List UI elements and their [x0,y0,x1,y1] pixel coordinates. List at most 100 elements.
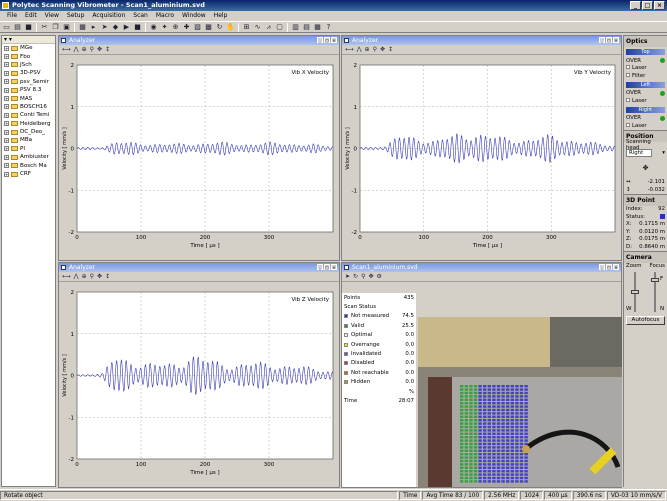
scan-point[interactable] [464,476,468,480]
scan-point[interactable] [487,388,491,391]
scan-point[interactable] [519,405,524,408]
scan-point[interactable] [506,446,510,449]
scan-point[interactable] [483,459,487,463]
scan-point[interactable] [478,439,482,442]
scan-point[interactable] [506,466,510,469]
scan-point[interactable] [478,419,482,422]
scan-point[interactable] [487,442,491,446]
scan-point[interactable] [483,398,487,401]
video-icon[interactable]: ▩ [204,23,213,32]
align-icon[interactable]: ⊞ [242,23,251,32]
scan-point[interactable] [519,388,524,391]
scan-point[interactable] [501,408,505,412]
scan-point[interactable] [506,439,510,442]
scan-point[interactable] [496,480,501,483]
scan-point[interactable] [473,480,478,483]
scan-point[interactable] [460,442,464,446]
scan-point[interactable] [519,456,524,459]
pan-icon[interactable]: ✥ [97,46,102,53]
scan-point[interactable] [473,395,478,398]
scan-point[interactable] [524,415,528,418]
scan-point[interactable] [496,463,501,466]
scan-point[interactable] [519,470,524,473]
scan-point[interactable] [519,439,524,442]
scan-point[interactable] [510,402,514,405]
scan-point[interactable] [510,473,514,476]
scan-point[interactable] [483,408,487,412]
expand-icon[interactable]: + [4,45,9,51]
scan-point[interactable] [506,463,510,466]
scan-point[interactable] [464,463,468,466]
scan-point[interactable] [478,456,482,459]
scan-point[interactable] [473,402,478,405]
scan-point[interactable] [483,388,487,391]
scan-point[interactable] [501,385,505,388]
scan-point[interactable] [501,459,505,463]
scan-point[interactable] [473,432,478,435]
peak-icon[interactable]: ⋀ [74,273,79,280]
scan-point[interactable] [524,419,528,422]
scan-point[interactable] [506,473,510,476]
scan-point[interactable] [506,456,510,459]
scan-point[interactable] [506,429,510,432]
scan-point[interactable] [460,432,464,435]
scan-point[interactable] [464,415,468,418]
scale-icon[interactable]: ↕ [105,46,110,53]
scan-point[interactable] [515,419,519,422]
scan-point[interactable] [487,422,491,425]
scan-point[interactable] [510,442,514,446]
scan-point[interactable] [487,480,491,483]
scan-point[interactable] [469,402,473,405]
scan-point[interactable] [469,391,473,395]
scan-point[interactable] [519,466,524,469]
scan-point[interactable] [510,463,514,466]
scan-point[interactable] [501,405,505,408]
scan-point[interactable] [506,395,510,398]
scan-point[interactable] [487,395,491,398]
scan-point[interactable] [460,398,464,401]
scan-point[interactable] [524,470,528,473]
scan-point[interactable] [510,429,514,432]
scan-point[interactable] [524,398,528,401]
scan-point[interactable] [460,453,464,456]
scan-point[interactable] [469,398,473,401]
scan-point[interactable] [496,459,501,463]
scan-point[interactable] [515,449,519,452]
analyzer-z-window[interactable]: Analyzer _ □ × ⟷ ⋀ ⊕ ⚲ ✥ ↕ 0 100 200 300 -2 -1 0 1 2 Time… [58,262,340,488]
scan-point[interactable] [483,432,487,435]
scan-point[interactable] [515,395,519,398]
scan-point[interactable] [487,439,491,442]
scan-point[interactable] [473,442,478,446]
expand-icon[interactable]: + [4,79,9,85]
scan-point[interactable] [501,442,505,446]
scan-point[interactable] [524,439,528,442]
help-icon[interactable]: ? [324,23,333,32]
scan-point[interactable] [515,446,519,449]
scan-point[interactable] [510,398,514,401]
scan-point[interactable] [524,463,528,466]
scan-point[interactable] [469,446,473,449]
scan-point[interactable] [506,419,510,422]
autofocus-button[interactable]: Autofocus [626,316,665,325]
chevron-down-icon[interactable]: ▾ [662,150,665,156]
scan-point[interactable] [501,449,505,452]
scan-point[interactable] [519,398,524,401]
tree-folder-item[interactable]: + Fbo [2,52,55,60]
scan-point[interactable] [501,395,505,398]
scan-point[interactable] [473,449,478,452]
scan-point[interactable] [464,442,468,446]
scan-point[interactable] [460,419,464,422]
scan-point[interactable] [492,436,496,439]
scan-point[interactable] [464,429,468,432]
menu-edit[interactable]: Edit [21,11,41,21]
expand-icon[interactable]: + [4,112,9,118]
laser-checkbox[interactable] [626,122,630,127]
scan-point[interactable] [460,415,464,418]
scan-point[interactable] [473,422,478,425]
scan-point[interactable] [496,453,501,456]
signal-icon[interactable]: ∿ [253,23,262,32]
analyzer-x-window[interactable]: Analyzer _ □ × ⟷ ⋀ ⊕ ⚲ ✥ ↕ 0 100 200 300 -2 -1 0 1 2 Time… [58,35,340,261]
scan-point[interactable] [473,425,478,429]
scan-point[interactable] [478,436,482,439]
image-icon[interactable]: ▧ [193,23,202,32]
